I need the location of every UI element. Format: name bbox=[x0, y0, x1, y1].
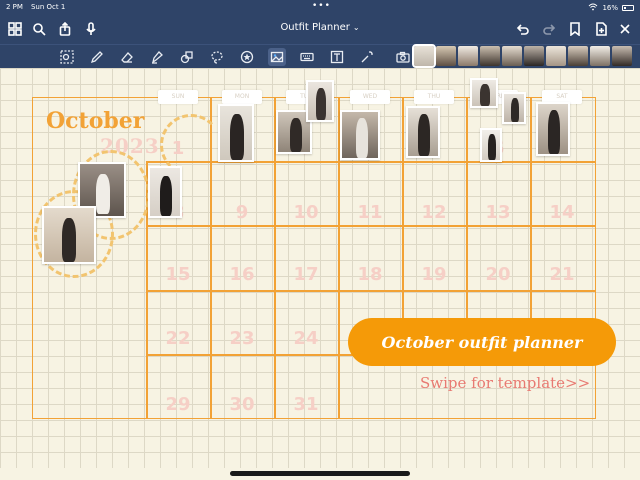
wifi-icon bbox=[588, 3, 598, 13]
outfit-photo[interactable] bbox=[470, 78, 498, 108]
lasso-icon[interactable] bbox=[208, 48, 226, 66]
date-number: 23 bbox=[229, 328, 255, 349]
redo-icon[interactable] bbox=[540, 20, 558, 38]
shapes-icon[interactable] bbox=[178, 48, 196, 66]
image-icon[interactable] bbox=[268, 48, 286, 66]
date-number: 29 bbox=[165, 394, 191, 415]
date-number: 15 bbox=[165, 264, 191, 285]
weekday-tab: THU bbox=[414, 90, 454, 104]
text-icon[interactable] bbox=[328, 48, 346, 66]
date-number: 9 bbox=[235, 202, 249, 223]
date-number: 31 bbox=[293, 394, 319, 415]
outfit-photo[interactable] bbox=[306, 80, 334, 122]
outfit-photo[interactable] bbox=[148, 166, 182, 218]
weekday-tab: WED bbox=[350, 90, 390, 104]
image-thumbnail[interactable] bbox=[524, 46, 544, 66]
keyboard-icon[interactable] bbox=[298, 48, 316, 66]
date-number: 19 bbox=[421, 264, 447, 285]
close-icon[interactable] bbox=[616, 20, 634, 38]
date-number: 30 bbox=[229, 394, 255, 415]
date-number: 11 bbox=[357, 202, 383, 223]
image-thumbnail[interactable] bbox=[436, 46, 456, 66]
sticker-icon[interactable] bbox=[238, 48, 256, 66]
weekday-tab: MON bbox=[222, 90, 262, 104]
battery-percent: 16% bbox=[602, 4, 618, 12]
status-bar: 2 PM Sun Oct 1 ••• 16% bbox=[0, 0, 640, 14]
chevron-down-icon: ⌄ bbox=[352, 23, 360, 32]
image-thumbnail[interactable] bbox=[458, 46, 478, 66]
outfit-photo[interactable] bbox=[340, 110, 380, 160]
date-number: 17 bbox=[293, 264, 319, 285]
date-number: 13 bbox=[485, 202, 511, 223]
undo-icon[interactable] bbox=[514, 20, 532, 38]
image-thumbnail[interactable] bbox=[502, 46, 522, 66]
image-thumbnail[interactable] bbox=[612, 46, 632, 66]
bookmark-icon[interactable] bbox=[566, 20, 584, 38]
laser-pointer-icon[interactable] bbox=[358, 48, 376, 66]
highlighter-icon[interactable] bbox=[148, 48, 166, 66]
multitask-dots[interactable]: ••• bbox=[312, 1, 331, 11]
outfit-photo[interactable] bbox=[42, 206, 96, 264]
month-title: October bbox=[46, 108, 145, 134]
date-number: 18 bbox=[357, 264, 383, 285]
date-number: 12 bbox=[421, 202, 447, 223]
date-number: 16 bbox=[229, 264, 255, 285]
date-number: 22 bbox=[165, 328, 191, 349]
grid-line bbox=[146, 290, 596, 292]
date-number: 21 bbox=[549, 264, 575, 285]
outfit-photo[interactable] bbox=[480, 128, 502, 162]
grid-line bbox=[146, 225, 596, 227]
image-thumbnail[interactable] bbox=[568, 46, 588, 66]
swipe-hint: Swipe for template>> bbox=[420, 374, 591, 392]
pen-icon[interactable] bbox=[88, 48, 106, 66]
lasso-select-icon[interactable] bbox=[58, 48, 76, 66]
planner-banner: October outfit planner bbox=[348, 318, 616, 366]
image-thumbnail[interactable] bbox=[590, 46, 610, 66]
image-thumbnail[interactable] bbox=[412, 44, 436, 68]
add-page-icon[interactable] bbox=[592, 20, 610, 38]
status-time: 2 PM bbox=[6, 3, 23, 11]
weekday-tab: SUN bbox=[158, 90, 198, 104]
battery-icon bbox=[622, 5, 634, 11]
nav-bar: Outfit Planner ⌄ bbox=[0, 14, 640, 44]
image-thumbnail[interactable] bbox=[546, 46, 566, 66]
image-thumbnail[interactable] bbox=[480, 46, 500, 66]
outfit-photo[interactable] bbox=[406, 106, 440, 158]
date-number: 24 bbox=[293, 328, 319, 349]
date-number: 14 bbox=[549, 202, 575, 223]
eraser-icon[interactable] bbox=[118, 48, 136, 66]
outfit-photo[interactable] bbox=[218, 104, 254, 162]
outfit-photo[interactable] bbox=[502, 92, 526, 124]
camera-icon[interactable] bbox=[394, 48, 412, 66]
date-number: 10 bbox=[293, 202, 319, 223]
recent-images-strip bbox=[412, 44, 632, 68]
home-indicator[interactable] bbox=[230, 471, 410, 476]
date-number: 20 bbox=[485, 264, 511, 285]
outfit-photo[interactable] bbox=[536, 102, 570, 156]
status-date: Sun Oct 1 bbox=[30, 3, 66, 11]
